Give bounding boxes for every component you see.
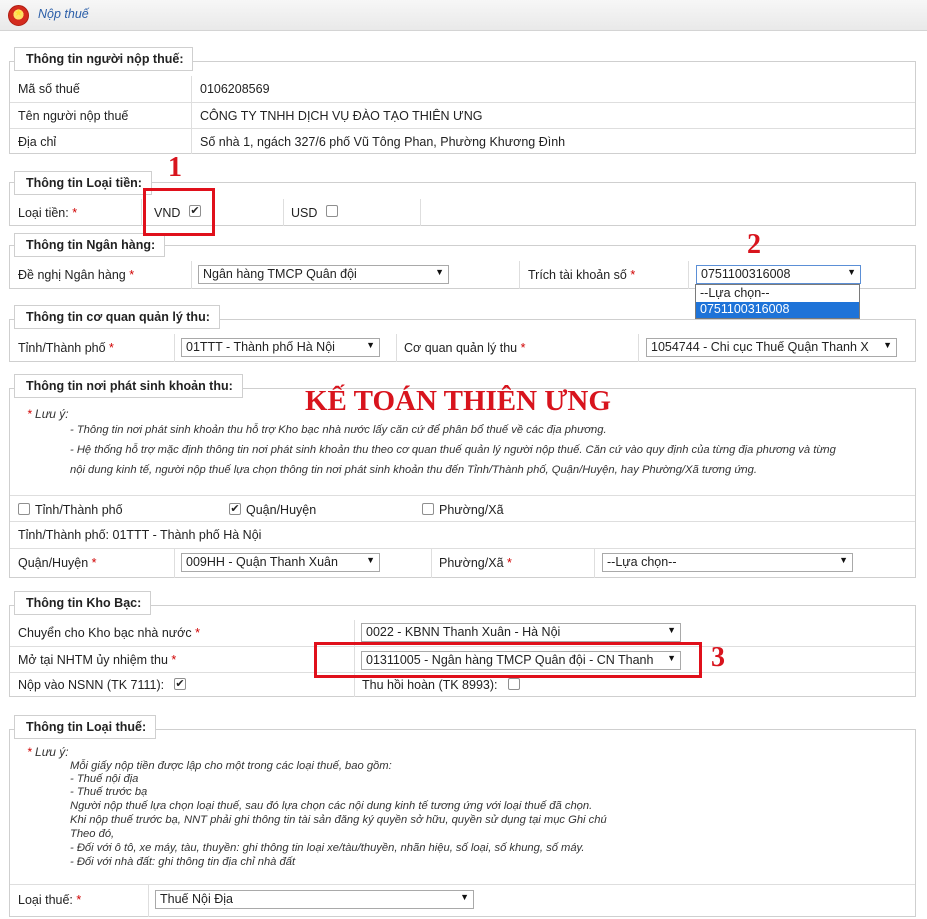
tax-note-line: Khi nộp thuế trước bạ, NNT phải ghi thôn… (70, 814, 607, 826)
currency-label: Loại tiền: * (18, 206, 78, 220)
ward-select[interactable]: --Lựa chọn-- ▼ (602, 553, 853, 572)
tax-type-select[interactable]: Thuế Nội Địa ▼ (155, 890, 474, 909)
tax-note-title: * Lưu ý: (27, 745, 69, 759)
ward-label: Phường/Xã * (439, 556, 512, 570)
address-value: Số nhà 1, ngách 327/6 phố Vũ Tông Phan, … (200, 135, 566, 149)
district-label: Quận/Huyện * (18, 556, 97, 570)
watermark-text: KẾ TOÁN THIÊN ƯNG (305, 385, 611, 417)
account-option[interactable]: --Lựa chọn-- (696, 286, 859, 302)
chevron-down-icon: ▼ (847, 267, 856, 277)
chevron-down-icon: ▼ (839, 555, 848, 565)
highlight-box-currency (143, 188, 215, 236)
agency-select[interactable]: 1054744 - Chi cục Thuế Quận Thanh X ▼ (646, 338, 897, 357)
tax-note-line: - Đối với nhà đất: ghi thông tin địa chỉ… (70, 856, 296, 868)
annotation-marker-2: 2 (747, 229, 761, 260)
origin-ward-label: Phường/Xã (439, 503, 504, 517)
taxpayer-name-row: Tên người nộp thuế CÔNG TY TNHH DỊCH VỤ … (10, 102, 915, 128)
chevron-down-icon: ▼ (366, 555, 375, 565)
origin-province-checkbox[interactable] (18, 503, 30, 515)
tax-note-line: Người nộp thuế lựa chọn loại thuế, sau đ… (70, 800, 593, 812)
refund-checkbox[interactable] (508, 678, 520, 690)
page-title: Nộp thuế (38, 7, 89, 21)
tax-note-line: Theo đó, (70, 828, 115, 840)
origin-note-line: - Hệ thống hỗ trợ mặc định thông tin nơi… (70, 444, 836, 456)
chevron-down-icon: ▼ (667, 625, 676, 635)
page-header: ★ Nộp thuế (0, 0, 927, 31)
tax-code-label: Mã số thuế (18, 82, 80, 96)
taxpayer-name-label: Tên người nộp thuế (18, 109, 129, 123)
treasury-transfer-label: Chuyển cho Kho bạc nhà nước * (18, 626, 200, 640)
origin-province-label: Tỉnh/Thành phố (35, 503, 123, 517)
origin-province-text: Tỉnh/Thành phố: 01TTT - Thành phố Hà Nội (18, 528, 262, 542)
chevron-down-icon: ▼ (883, 340, 892, 350)
taxpayer-legend: Thông tin người nộp thuế: (14, 47, 194, 71)
tax-type-legend: Thông tin Loại thuế: (14, 715, 157, 739)
tax-code-value: 0106208569 (200, 82, 270, 96)
taxpayer-section: Mã số thuế 0106208569 Tên người nộp thuế… (9, 61, 916, 154)
currency-legend: Thông tin Loại tiền: (14, 171, 152, 195)
tax-note-line: - Thuế trước bạ (70, 786, 148, 798)
chevron-down-icon: ▼ (366, 340, 375, 350)
national-emblem-icon: ★ (8, 5, 29, 26)
treasury-bank-label: Mở tại NHTM ủy nhiệm thu * (18, 653, 177, 667)
usd-checkbox[interactable] (326, 205, 338, 217)
origin-note-line: - Thông tin nơi phát sinh khoản thu hỗ t… (70, 424, 607, 436)
origin-note-title: * Lưu ý: (27, 407, 69, 421)
revenue-origin-legend: Thông tin nơi phát sinh khoản thu: (14, 374, 243, 398)
province-label: Tỉnh/Thành phố * (18, 341, 114, 355)
tax-type-row: Loại thuế: * Thuế Nội Địa ▼ (10, 884, 915, 917)
origin-ward-checkbox[interactable] (422, 503, 434, 515)
tax-note-line: Mỗi giấy nộp tiền được lập cho một trong… (70, 760, 392, 772)
tax-type-label: Loại thuế: * (18, 893, 82, 907)
origin-province-row: Tỉnh/Thành phố: 01TTT - Thành phố Hà Nội (10, 521, 915, 548)
district-select[interactable]: 009HH - Quận Thanh Xuân ▼ (181, 553, 380, 572)
address-label: Địa chỉ (18, 135, 57, 149)
agency-label: Cơ quan quản lý thu * (404, 341, 526, 355)
province-select[interactable]: 01TTT - Thành phố Hà Nội ▼ (181, 338, 380, 357)
origin-district-row: Quận/Huyện * 009HH - Quận Thanh Xuân ▼ Ph… (10, 548, 915, 578)
address-row: Địa chỉ Số nhà 1, ngách 327/6 phố Vũ Tôn… (10, 128, 915, 154)
bank-legend: Thông tin Ngân hàng: (14, 233, 166, 257)
usd-label: USD (291, 206, 318, 220)
account-dropdown-list[interactable]: --Lựa chọn-- 0751100316008 (695, 284, 860, 319)
tax-type-section: * Lưu ý: Mỗi giấy nộp tiền được lập cho … (9, 729, 916, 917)
account-select[interactable]: 0751100316008 ▼ (696, 265, 861, 284)
authority-legend: Thông tin cơ quan quản lý thu: (14, 305, 220, 329)
origin-district-checkbox[interactable]: ✔ (229, 503, 241, 515)
highlight-box-treasury-bank (314, 642, 702, 678)
taxpayer-name-value: CÔNG TY TNHH DỊCH VỤ ĐÀO TẠO THIÊN ƯNG (200, 109, 483, 123)
tax-code-row: Mã số thuế 0106208569 (10, 76, 915, 102)
origin-district-label: Quận/Huyện (246, 503, 317, 517)
nsnn-label: Nộp vào NSNN (TK 7111): (18, 678, 165, 692)
chevron-down-icon: ▼ (435, 267, 444, 277)
annotation-marker-3: 3 (711, 642, 725, 673)
account-option-selected[interactable]: 0751100316008 (696, 302, 859, 318)
bank-select[interactable]: Ngân hàng TMCP Quân đội ▼ (198, 265, 449, 284)
tax-note-line: - Đối với ô tô, xe máy, tàu, thuyền: ghi… (70, 842, 585, 854)
treasury-legend: Thông tin Kho Bạc: (14, 591, 152, 615)
annotation-marker-1: 1 (168, 152, 182, 183)
treasury-transfer-select[interactable]: 0022 - KBNN Thanh Xuân - Hà Nội ▼ (361, 623, 681, 642)
chevron-down-icon: ▼ (460, 892, 469, 902)
tax-note-line: - Thuế nội địa (70, 773, 139, 785)
account-label: Trích tài khoản số * (528, 268, 636, 282)
bank-label: Đề nghị Ngân hàng * (18, 268, 135, 282)
refund-label: Thu hồi hoàn (TK 8993): (362, 678, 498, 692)
nsnn-checkbox[interactable]: ✔ (174, 678, 186, 690)
origin-level-row: Tỉnh/Thành phố ✔ Quận/Huyện Phường/Xã (10, 495, 915, 521)
authority-row: Tỉnh/Thành phố * 01TTT - Thành phố Hà Nộ… (10, 334, 915, 362)
origin-note-line: nội dung kinh tế, người nộp thuế lựa chọ… (70, 464, 757, 476)
